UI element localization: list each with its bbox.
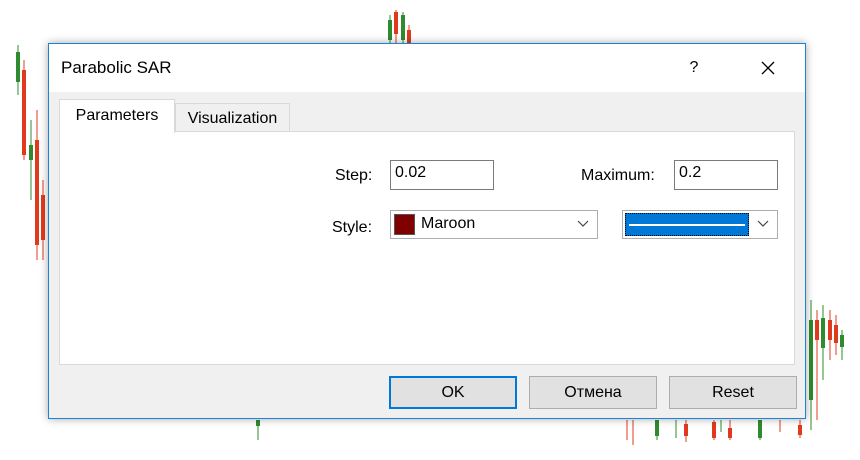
- parabolic-sar-dialog: Parabolic SAR ? Parameters Visualization…: [48, 43, 806, 419]
- color-select-value: Maroon: [421, 215, 476, 232]
- color-swatch: [394, 214, 415, 235]
- parameters-panel: Step: 0.02 Maximum: 0.2 Style: Maroon: [59, 131, 795, 365]
- step-label: Step:: [335, 167, 373, 184]
- tab-visualization[interactable]: Visualization: [175, 103, 290, 131]
- candles-left: [16, 45, 45, 260]
- dialog-title: Parabolic SAR: [61, 58, 172, 77]
- maximum-label: Maximum:: [581, 167, 655, 184]
- ok-button[interactable]: OK: [389, 376, 517, 409]
- maximum-field[interactable]: 0.2: [674, 160, 778, 190]
- tab-parameters[interactable]: Parameters: [59, 99, 175, 133]
- reset-button[interactable]: Reset: [669, 376, 797, 409]
- line-style-preview: [625, 213, 749, 236]
- candles-right: [809, 300, 844, 430]
- chevron-down-icon: [577, 220, 589, 227]
- style-label: Style:: [332, 219, 373, 236]
- chevron-down-icon: [757, 220, 769, 227]
- dialog-titlebar[interactable]: Parabolic SAR ?: [49, 44, 805, 92]
- cancel-button[interactable]: Отмена: [529, 376, 657, 409]
- step-field[interactable]: 0.02: [390, 160, 494, 190]
- close-button[interactable]: [745, 44, 791, 92]
- candles-top: [388, 10, 411, 45]
- color-select[interactable]: Maroon: [390, 210, 598, 239]
- close-icon: [761, 61, 775, 75]
- help-button[interactable]: ?: [671, 44, 717, 92]
- candles-bottom: [256, 420, 802, 445]
- line-style-select[interactable]: [622, 210, 778, 239]
